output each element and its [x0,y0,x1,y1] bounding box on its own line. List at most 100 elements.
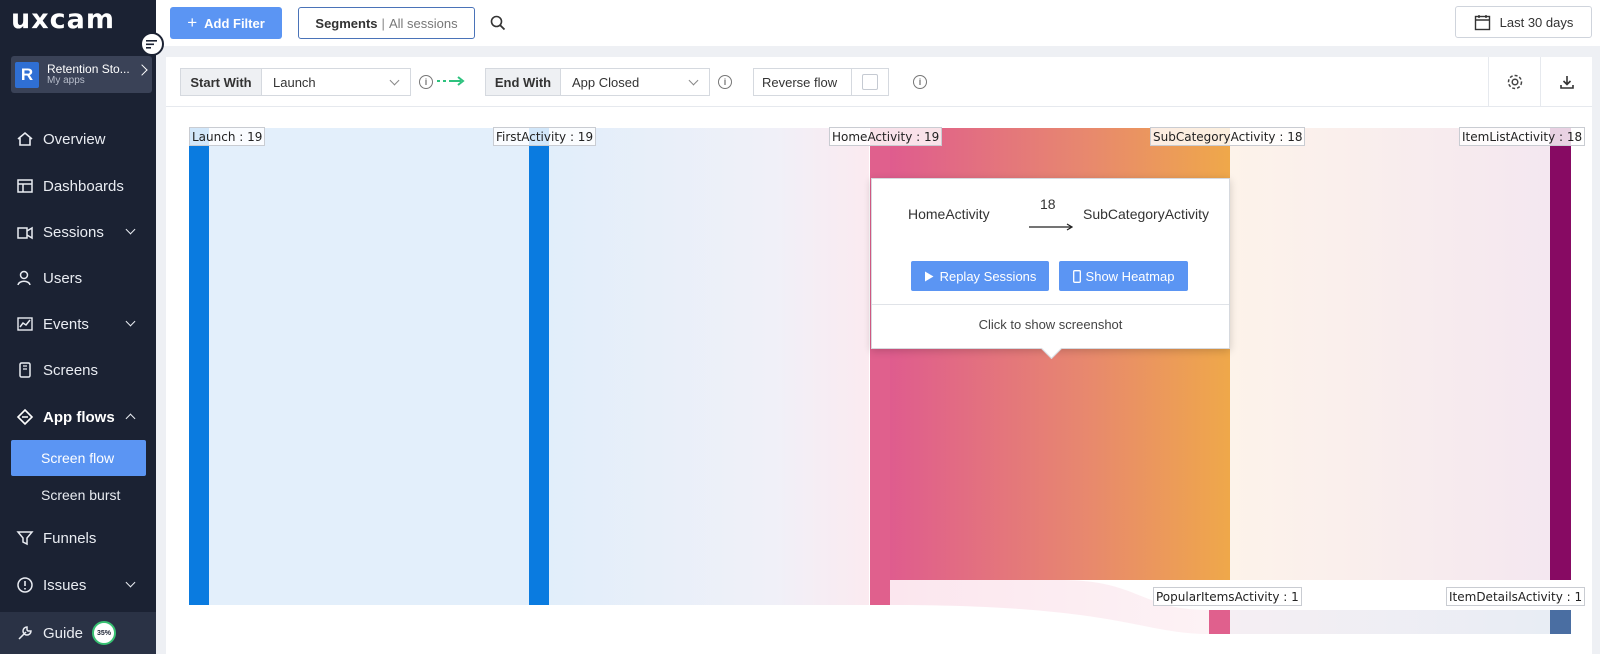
segments-label: Segments [315,15,378,31]
sidebar-item-label: Events [43,315,89,333]
tooltip-from-screen: HomeActivity [908,206,990,222]
home-icon [16,130,34,148]
sidebar-item-label: Screens [43,361,99,379]
chevron-down-icon [125,224,136,235]
chevron-down-icon [389,75,400,86]
app-switcher[interactable]: R Retention Sto... My apps [11,56,152,93]
date-range-button[interactable]: Last 30 days [1455,6,1592,38]
guide-progress-ring: 35% [92,621,116,645]
chevron-down-icon [688,75,699,86]
add-filter-label: Add Filter [204,15,265,31]
flow-node-label-popularitemsactivity: PopularItemsActivity : 1 [1153,587,1302,606]
sidebar-item-label: App flows [43,408,115,426]
add-filter-button[interactable]: + Add Filter [170,7,282,39]
sidebar-item-screens[interactable]: Screens [0,351,156,389]
reverse-flow-toggle[interactable]: Reverse flow [753,68,889,96]
sidebar-item-guide[interactable]: Guide [0,614,156,652]
wrench-icon [16,624,34,642]
flow-link-tooltip: HomeActivity 18 SubCategoryActivity Repl… [871,178,1230,349]
mobile-icon [1072,269,1081,283]
flow-node-label-firstactivity: FirstActivity : 19 [493,127,597,146]
flow-node-label-itemlistactivity: ItemListActivity : 18 [1459,127,1586,146]
flow-link-launch-firstactivity[interactable] [209,128,529,605]
chevron-up-icon [125,413,136,424]
show-heatmap-button[interactable]: Show Heatmap [1059,261,1188,291]
info-icon[interactable]: i [419,75,433,89]
app-subtitle: My apps [47,74,85,86]
sidebar-item-app-flows[interactable]: App flows [0,398,156,436]
sidebar: uxcam R Retention Sto... My apps Overvie… [0,0,164,654]
show-heatmap-label: Show Heatmap [1085,268,1175,284]
chevron-down-icon [125,316,136,327]
flow-arrow-icon [437,76,465,86]
tooltip-to-screen: SubCategoryActivity [1083,206,1210,222]
download-button[interactable] [1540,57,1592,107]
end-with-label: End With [485,68,561,96]
reverse-flow-label: Reverse flow [762,74,838,90]
sidebar-item-users[interactable]: Users [0,259,156,297]
flow-node-itemdetailsactivity[interactable] [1550,610,1571,634]
replay-sessions-label: Replay Sessions [939,268,1037,284]
replay-sessions-button[interactable]: Replay Sessions [911,261,1049,291]
flow-node-launch[interactable] [189,128,209,605]
start-with-label: Start With [180,68,262,96]
flow-node-label-homeactivity: HomeActivity : 19 [829,127,943,146]
sidebar-subitem-screen-burst[interactable]: Screen burst [11,477,146,513]
plus-icon: + [187,13,198,32]
flow-link-firstactivity-homeactivity[interactable] [549,128,869,605]
sidebar-subitem-screen-flow[interactable]: Screen flow [11,440,146,476]
issues-icon [16,576,34,594]
flow-link-popularitemsactivity-itemdetailsactivity[interactable] [1230,610,1550,634]
tooltip-count: 18 [1040,196,1056,212]
sidebar-item-overview[interactable]: Overview [0,120,156,158]
uxcam-logo[interactable]: uxcam [11,4,115,35]
sidebar-item-label: Dashboards [43,177,124,195]
flow-node-label-subcategoryactivity: SubCategoryActivity : 18 [1150,127,1306,146]
show-screenshot-link[interactable]: Click to show screenshot [872,317,1229,332]
sidebar-item-label: Overview [43,130,106,148]
reverse-flow-checkbox[interactable] [851,69,888,95]
flow-link-subcategoryactivity-itemlistactivity[interactable] [1230,128,1550,580]
sidebar-item-label: Sessions [43,223,104,241]
start-with-select[interactable]: Launch [261,68,411,96]
end-with-select[interactable]: App Closed [560,68,710,96]
sidebar-item-issues[interactable]: Issues [0,566,156,604]
sidebar-item-funnels[interactable]: Funnels [0,519,156,557]
date-range-label: Last 30 days [1499,14,1574,30]
flow-node-firstactivity[interactable] [529,128,549,605]
users-icon [16,269,34,287]
sidebar-item-label: Users [43,269,83,287]
info-icon[interactable]: i [913,75,927,89]
info-icon[interactable]: i [718,75,732,89]
flow-node-itemlistactivity[interactable] [1550,128,1571,580]
calendar-icon [1474,14,1490,30]
screens-icon [16,361,34,379]
flow-controls: Start With Launch i End With App Closed … [166,57,1592,107]
sidebar-item-events[interactable]: Events [0,305,156,343]
sidebar-item-sessions[interactable]: Sessions [0,213,156,251]
sessions-icon [16,223,34,241]
settings-button[interactable] [1488,57,1540,107]
segments-button[interactable]: Segments | All sessions [298,7,475,39]
topbar: + Add Filter Segments | All sessions Las… [156,0,1600,46]
flow-node-popularitemsactivity[interactable] [1209,610,1230,634]
sidebar-subitem-label: Screen flow [41,450,115,466]
dashboard-icon [16,177,34,195]
sidebar-item-label: Issues [43,576,87,594]
segments-separator: | [381,15,385,31]
sidebar-item-dashboards[interactable]: Dashboards [0,167,156,205]
end-with-value: App Closed [572,74,640,90]
start-with-value: Launch [273,74,316,90]
segments-value: All sessions [388,15,458,31]
checkbox-box [862,74,878,90]
arrow-right-icon [1029,223,1073,231]
app-name: Retention Sto... [47,61,130,76]
collapse-sidebar-button[interactable] [140,32,164,56]
sidebar-item-label: Guide [43,624,84,642]
flow-node-label-itemdetailsactivity: ItemDetailsActivity : 1 [1446,587,1586,606]
gear-icon [1507,74,1522,90]
flow-node-label-launch: Launch : 19 [189,127,266,146]
chevron-down-icon [125,577,136,588]
guide-bar[interactable]: Guide 35% [0,612,156,654]
search-icon[interactable] [490,15,506,31]
